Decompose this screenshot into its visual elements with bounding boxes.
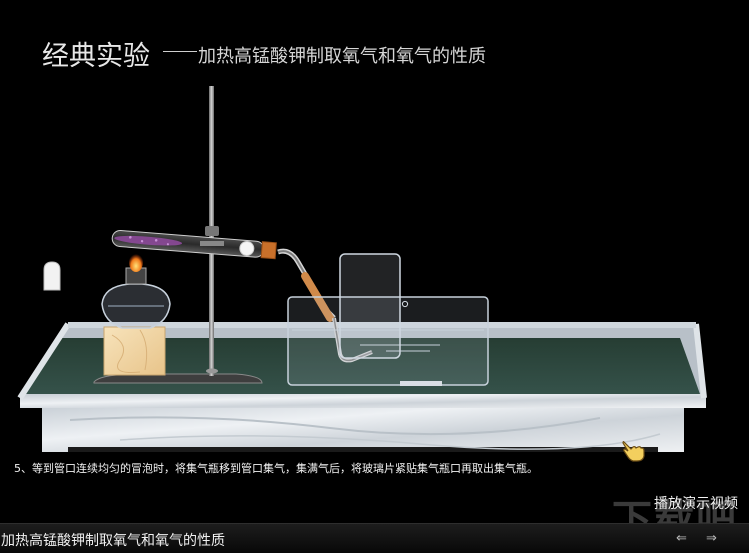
lamp-cap [43, 261, 61, 291]
experiment-stage: 经典实验 加热高锰酸钾制取氧气和氧气的性质 5、等到管口连续均匀的冒泡时，将集气… [0, 0, 749, 553]
step-caption: 5、等到管口连续均匀的冒泡时，将集气瓶移到管口集气，集满气后，将玻璃片紧贴集气瓶… [14, 462, 538, 475]
gas-bottle [339, 253, 409, 359]
page-subtitle: 加热高锰酸钾制取氧气和氧气的性质 [198, 46, 486, 67]
prev-arrow-icon[interactable]: ⇐ [676, 531, 687, 546]
bench-cabinet [42, 405, 684, 455]
title-divider [163, 51, 197, 52]
experiment-title: 加热高锰酸钾制取氧气和氧气的性质 [1, 533, 225, 549]
next-arrow-icon[interactable]: ⇒ [706, 531, 717, 546]
wood-block [103, 326, 166, 376]
play-demo-video-button[interactable]: 播放演示视频 [654, 493, 738, 513]
hand-pointer-icon[interactable] [621, 438, 647, 464]
page-title: 经典实验 [42, 41, 150, 72]
alcohol-lamp [101, 252, 171, 329]
